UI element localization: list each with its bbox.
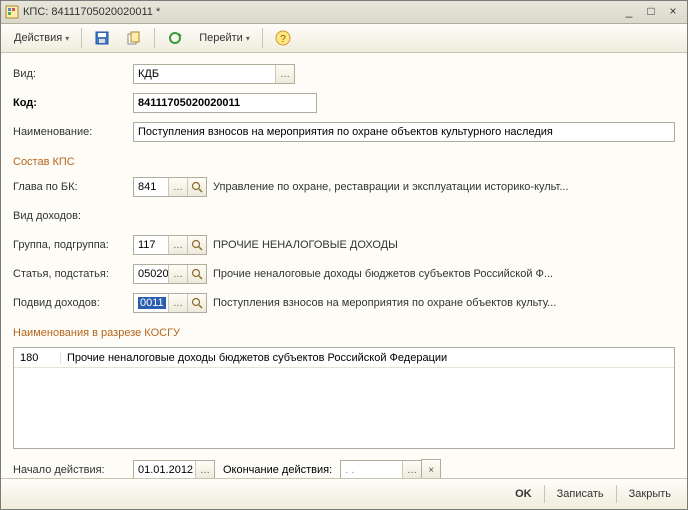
kod-field[interactable]: 84111705020020011	[133, 93, 317, 113]
maximize-button[interactable]: □	[641, 3, 661, 21]
magnifier-button[interactable]	[187, 178, 206, 196]
ellipsis-button[interactable]: …	[168, 294, 187, 312]
ellipsis-button[interactable]: …	[402, 461, 421, 478]
podvid-description: Поступления взносов на мероприятия по ох…	[207, 297, 556, 309]
separator	[262, 28, 263, 48]
statya-description: Прочие неналоговые доходы бюджетов субъе…	[207, 268, 553, 280]
kod-label: Код:	[13, 97, 133, 109]
actions-menu[interactable]: Действия▾	[7, 26, 76, 50]
separator	[154, 28, 155, 48]
save-button[interactable]: Записать	[551, 488, 610, 500]
minimize-button[interactable]: _	[619, 3, 639, 21]
ellipsis-button[interactable]: …	[195, 461, 214, 478]
podvid-field[interactable]: 0011 …	[133, 293, 207, 313]
toolbar-help-button[interactable]: ?	[268, 26, 298, 50]
ellipsis-button[interactable]: …	[275, 65, 294, 83]
ellipsis-button[interactable]: …	[168, 178, 187, 196]
glava-description: Управление по охране, реставрации и эксп…	[207, 181, 569, 193]
toolbar: Действия▾ Перейти▾ ?	[1, 24, 687, 53]
start-date-field[interactable]: 01.01.2012 …	[133, 460, 215, 478]
sostav-section-header: Состав КПС	[13, 156, 675, 168]
kosgu-code: 180	[14, 352, 61, 364]
titlebar: КПС: 84111705020020011 * _ □ ×	[1, 1, 687, 24]
toolbar-save-button[interactable]	[87, 26, 117, 50]
table-row[interactable]: 180 Прочие неналоговые доходы бюджетов с…	[14, 348, 674, 368]
svg-text:?: ?	[280, 34, 286, 45]
ok-button[interactable]: OK	[509, 488, 538, 500]
magnifier-button[interactable]	[187, 265, 206, 283]
separator	[81, 28, 82, 48]
vid-label: Вид:	[13, 68, 133, 80]
gruppa-field[interactable]: 117 …	[133, 235, 207, 255]
statya-field[interactable]: 0502002 …	[133, 264, 207, 284]
diskette-icon	[94, 30, 110, 46]
ellipsis-button[interactable]: …	[168, 236, 187, 254]
statya-label: Статья, подстатья:	[13, 268, 133, 280]
glava-label: Глава по БК:	[13, 181, 133, 193]
separator	[544, 485, 545, 503]
chevron-down-icon: ▾	[246, 34, 250, 43]
vid-field[interactable]: КДБ …	[133, 64, 295, 84]
gruppa-description: ПРОЧИЕ НЕНАЛОГОВЫЕ ДОХОДЫ	[207, 239, 398, 251]
chevron-down-icon: ▾	[65, 34, 69, 43]
documents-icon	[126, 30, 142, 46]
app-icon	[5, 5, 19, 19]
window-title: КПС: 84111705020020011 *	[23, 6, 617, 18]
footer: OK Записать Закрыть	[1, 478, 687, 509]
ellipsis-button[interactable]: …	[168, 265, 187, 283]
toolbar-copy-button[interactable]	[119, 26, 149, 50]
name-label: Наименование:	[13, 126, 133, 138]
close-button[interactable]: ×	[663, 3, 683, 21]
form-content: Вид: КДБ … Код: 84111705020020011 Наимен…	[1, 53, 687, 478]
magnifier-button[interactable]	[187, 294, 206, 312]
glava-field[interactable]: 841 …	[133, 177, 207, 197]
podvid-label: Подвид доходов:	[13, 297, 133, 309]
window: КПС: 84111705020020011 * _ □ × Действия▾…	[0, 0, 688, 510]
start-date-label: Начало действия:	[13, 464, 133, 476]
name-field[interactable]: Поступления взносов на мероприятия по ох…	[133, 122, 675, 142]
goto-menu[interactable]: Перейти▾	[192, 26, 257, 50]
toolbar-refresh-button[interactable]	[160, 26, 190, 50]
help-icon: ?	[275, 30, 291, 46]
magnifier-button[interactable]	[187, 236, 206, 254]
kosgu-table[interactable]: 180 Прочие неналоговые доходы бюджетов с…	[13, 347, 675, 449]
end-date-label: Окончание действия:	[223, 464, 332, 476]
close-form-button[interactable]: Закрыть	[623, 488, 677, 500]
kosgu-section-header: Наименования в разрезе КОСГУ	[13, 327, 675, 339]
refresh-icon	[167, 30, 183, 46]
kosgu-name: Прочие неналоговые доходы бюджетов субъе…	[61, 352, 674, 364]
end-date-field[interactable]: . . …	[340, 460, 422, 478]
gruppa-label: Группа, подгруппа:	[13, 239, 133, 251]
separator	[616, 485, 617, 503]
clear-end-date-button[interactable]: ×	[421, 459, 441, 478]
viddoh-label: Вид доходов:	[13, 210, 133, 222]
